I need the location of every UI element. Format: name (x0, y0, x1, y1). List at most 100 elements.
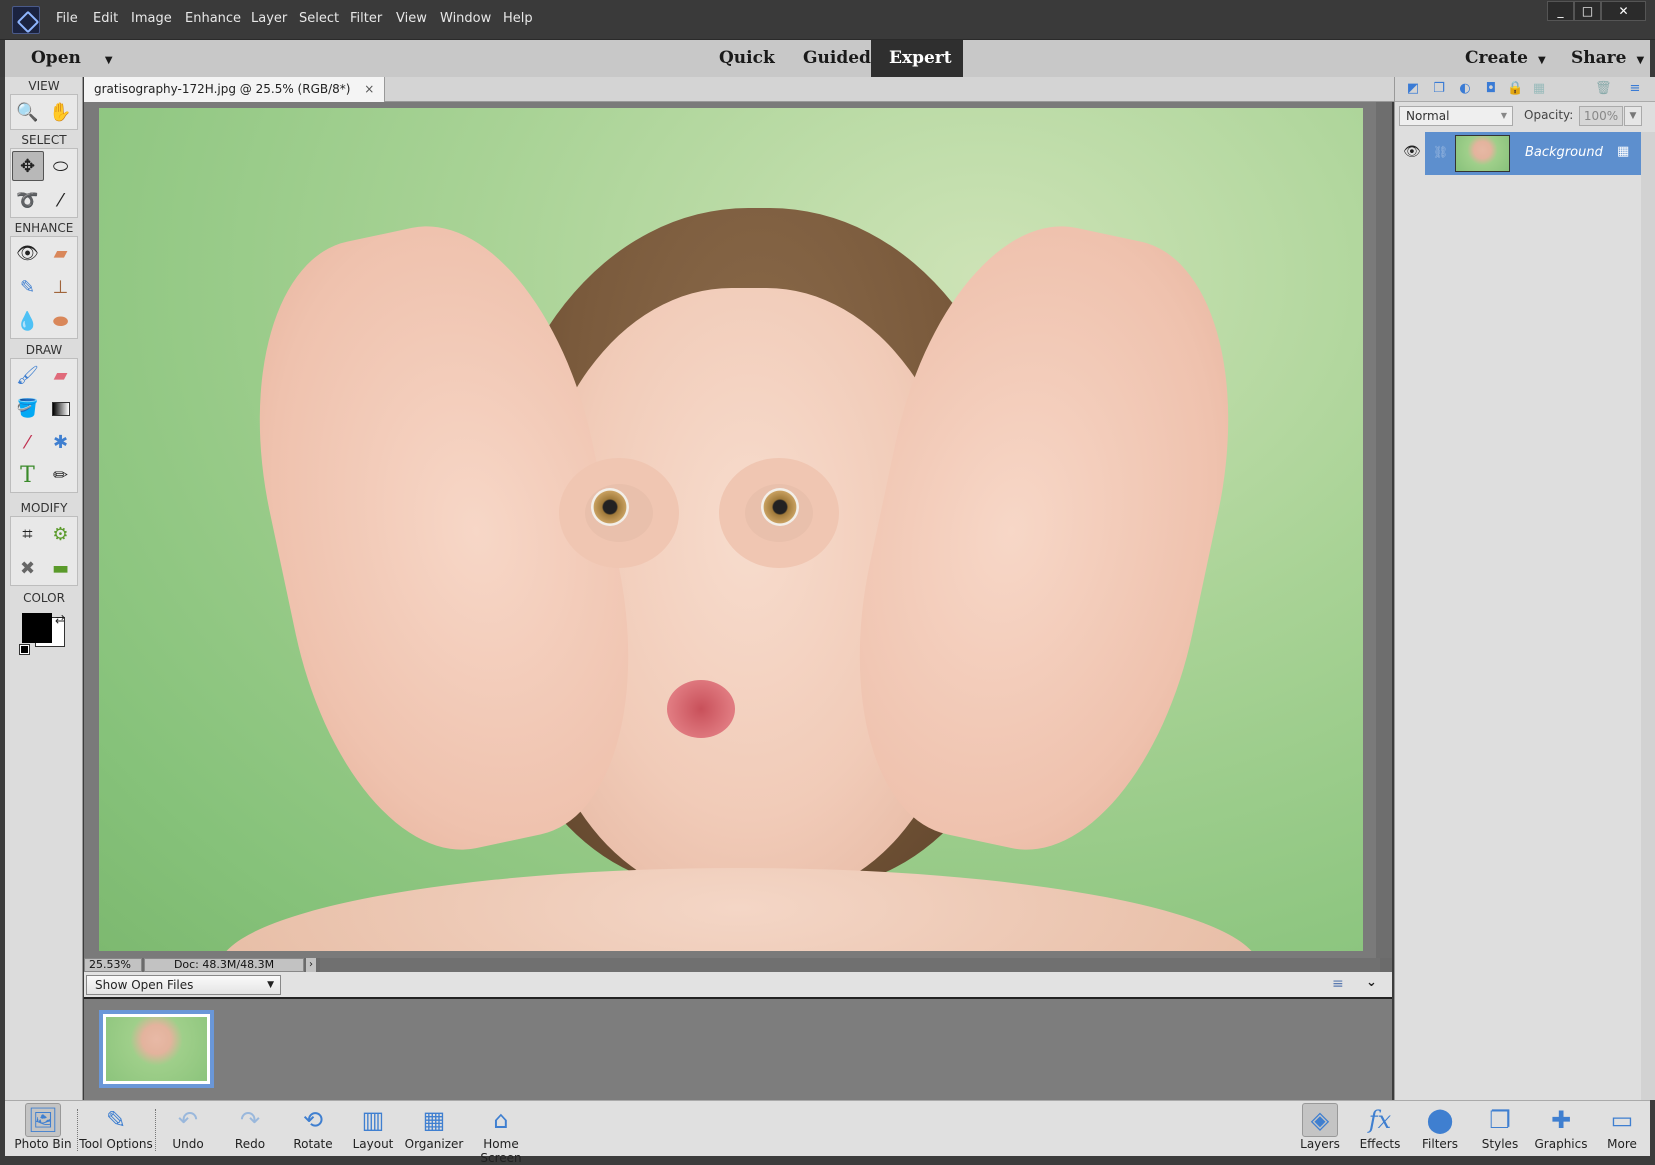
menu-image[interactable]: Image (131, 11, 172, 26)
create-label: Create (1465, 48, 1528, 68)
filters-label: Filters (1422, 1137, 1458, 1151)
brush-icon[interactable]: 🖌 (12, 361, 44, 391)
menu-file[interactable]: File (56, 11, 78, 26)
sponge-icon[interactable]: ⬬ (45, 306, 77, 336)
default-colors-icon[interactable] (19, 644, 30, 655)
adjustment-layer-icon[interactable]: ◐ (1457, 81, 1473, 97)
status-menu-arrow-icon[interactable]: › (306, 958, 316, 972)
bin-thumbnail[interactable] (99, 1010, 214, 1088)
pencil-icon[interactable]: ✏ (45, 460, 77, 490)
organizer-button[interactable]: ▦ Organizer (401, 1103, 467, 1155)
quick-selection-icon[interactable]: ⁄ (45, 185, 77, 215)
effects-label: Effects (1359, 1137, 1401, 1151)
photo-bin (84, 999, 1392, 1100)
menu-edit[interactable]: Edit (93, 11, 118, 26)
effects-button[interactable]: fx Effects (1355, 1103, 1405, 1155)
new-group-icon[interactable]: ❐ (1431, 81, 1447, 97)
undo-button[interactable]: ↶ Undo (163, 1103, 213, 1155)
bin-source-select[interactable]: Show Open Files ▼ (86, 975, 281, 995)
custom-shape-icon[interactable]: ✱ (45, 427, 77, 457)
foreground-color-swatch[interactable] (22, 613, 52, 643)
smart-brush-icon[interactable]: ✎ (12, 272, 44, 302)
photo-bin-icon: 🖼 (25, 1103, 61, 1137)
spot-healing-icon[interactable]: ▰ (45, 239, 77, 269)
chevron-down-icon: ▼ (1538, 55, 1546, 66)
crop-icon[interactable]: ⌗ (12, 519, 44, 549)
bin-options-menu-icon[interactable]: ≡ (1332, 976, 1344, 992)
blur-icon[interactable]: 💧 (12, 306, 44, 336)
chevron-down-icon: ▼ (1500, 111, 1507, 120)
document-image[interactable] (99, 108, 1363, 951)
menu-layer[interactable]: Layer (251, 11, 287, 26)
document-tab-bar: gratisography-172H.jpg @ 25.5% (RGB/8*) … (84, 77, 1394, 102)
close-window-button[interactable]: ✕ (1601, 1, 1646, 21)
menu-window[interactable]: Window (440, 11, 491, 26)
share-button[interactable]: Share ▼ (1553, 40, 1655, 77)
marquee-icon[interactable]: ⬭ (45, 151, 77, 181)
chevron-down-icon: ▼ (104, 55, 113, 66)
organizer-label: Organizer (404, 1137, 464, 1151)
horizontal-scrollbar[interactable] (320, 958, 1380, 972)
type-icon[interactable]: T (12, 460, 44, 490)
layers-scrollbar[interactable] (1641, 132, 1655, 1100)
photo-bin-label: Photo Bin (14, 1137, 72, 1151)
panel-menu-icon[interactable]: ≡ (1627, 81, 1643, 97)
new-layer-icon[interactable]: ◩ (1405, 81, 1421, 97)
redo-button[interactable]: ↷ Redo (225, 1103, 275, 1155)
undo-label: Undo (172, 1137, 204, 1151)
eraser-icon[interactable]: ▰ (45, 361, 77, 391)
home-screen-button[interactable]: ⌂ Home Screen (463, 1103, 539, 1165)
lock-transparency-icon[interactable]: ▦ (1531, 81, 1547, 97)
delete-layer-icon[interactable]: 🗑 (1595, 81, 1612, 97)
tool-options-icon: ✎ (105, 1106, 127, 1134)
styles-button[interactable]: ❐ Styles (1475, 1103, 1525, 1155)
menu-select[interactable]: Select (299, 11, 339, 26)
vertical-scrollbar[interactable] (1376, 102, 1392, 958)
tab-expert[interactable]: Expert (871, 40, 963, 77)
layer-visibility-eye-icon[interactable]: 👁 (1403, 144, 1421, 160)
zoom-icon[interactable]: 🔍 (12, 97, 44, 127)
content-aware-move-icon[interactable]: ✖ (12, 553, 44, 583)
hand-icon[interactable]: ✋ (45, 97, 77, 127)
layers-button[interactable]: ◈ Layers (1295, 1103, 1345, 1155)
close-tab-icon[interactable]: × (364, 82, 374, 96)
lasso-icon[interactable]: ➰ (12, 185, 44, 215)
layer-link-icon[interactable]: ⛓ (1433, 145, 1448, 159)
layout-button[interactable]: ▥ Layout (345, 1103, 401, 1155)
tab-quick[interactable]: Quick (701, 40, 793, 77)
document-tab[interactable]: gratisography-172H.jpg @ 25.5% (RGB/8*) … (84, 77, 386, 102)
zoom-readout[interactable]: 25.53% (84, 958, 142, 972)
menu-help[interactable]: Help (503, 11, 533, 26)
layer-row-background[interactable]: ⛓ Background ▦ (1425, 132, 1643, 175)
rotate-button[interactable]: ⟲ Rotate (285, 1103, 341, 1155)
opacity-dropdown[interactable]: ▼ (1624, 106, 1642, 126)
blend-mode-select[interactable]: Normal ▼ (1399, 106, 1513, 126)
tool-options-button[interactable]: ✎ Tool Options (79, 1103, 153, 1155)
straighten-icon[interactable]: ▬ (45, 553, 77, 583)
recompose-icon[interactable]: ⚙ (45, 519, 77, 549)
open-button[interactable]: Open ▼ (13, 40, 131, 77)
move-icon[interactable]: ✥ (11, 151, 44, 181)
clone-stamp-icon[interactable]: ⊥ (45, 272, 77, 302)
menu-filter[interactable]: Filter (350, 11, 382, 26)
gradient-icon[interactable] (45, 394, 77, 424)
layer-mask-icon[interactable]: ◘ (1483, 81, 1499, 97)
minimize-button[interactable]: _ (1547, 1, 1574, 21)
photo-bin-button[interactable]: 🖼 Photo Bin (11, 1103, 75, 1155)
create-button[interactable]: Create ▼ (1447, 40, 1564, 77)
swap-colors-icon[interactable]: ⇄ (55, 612, 65, 626)
opacity-input[interactable]: 100% (1579, 106, 1623, 126)
eyedropper-icon[interactable]: ⁄ (12, 427, 44, 457)
menu-enhance[interactable]: Enhance (185, 11, 241, 26)
red-eye-icon[interactable]: 👁 (12, 239, 44, 269)
maximize-button[interactable]: □ (1574, 1, 1601, 21)
collapse-bin-icon[interactable]: ⌄ (1366, 975, 1377, 990)
menu-view[interactable]: View (396, 11, 427, 26)
organizer-icon: ▦ (422, 1106, 446, 1134)
more-button[interactable]: ▭ More (1597, 1103, 1647, 1155)
filters-button[interactable]: ⬤ Filters (1415, 1103, 1465, 1155)
paint-bucket-icon[interactable]: 🪣 (12, 394, 44, 424)
graphics-button[interactable]: ✚ Graphics (1531, 1103, 1591, 1155)
blend-mode-value: Normal (1406, 109, 1450, 123)
lock-all-icon[interactable]: 🔒 (1507, 81, 1523, 97)
